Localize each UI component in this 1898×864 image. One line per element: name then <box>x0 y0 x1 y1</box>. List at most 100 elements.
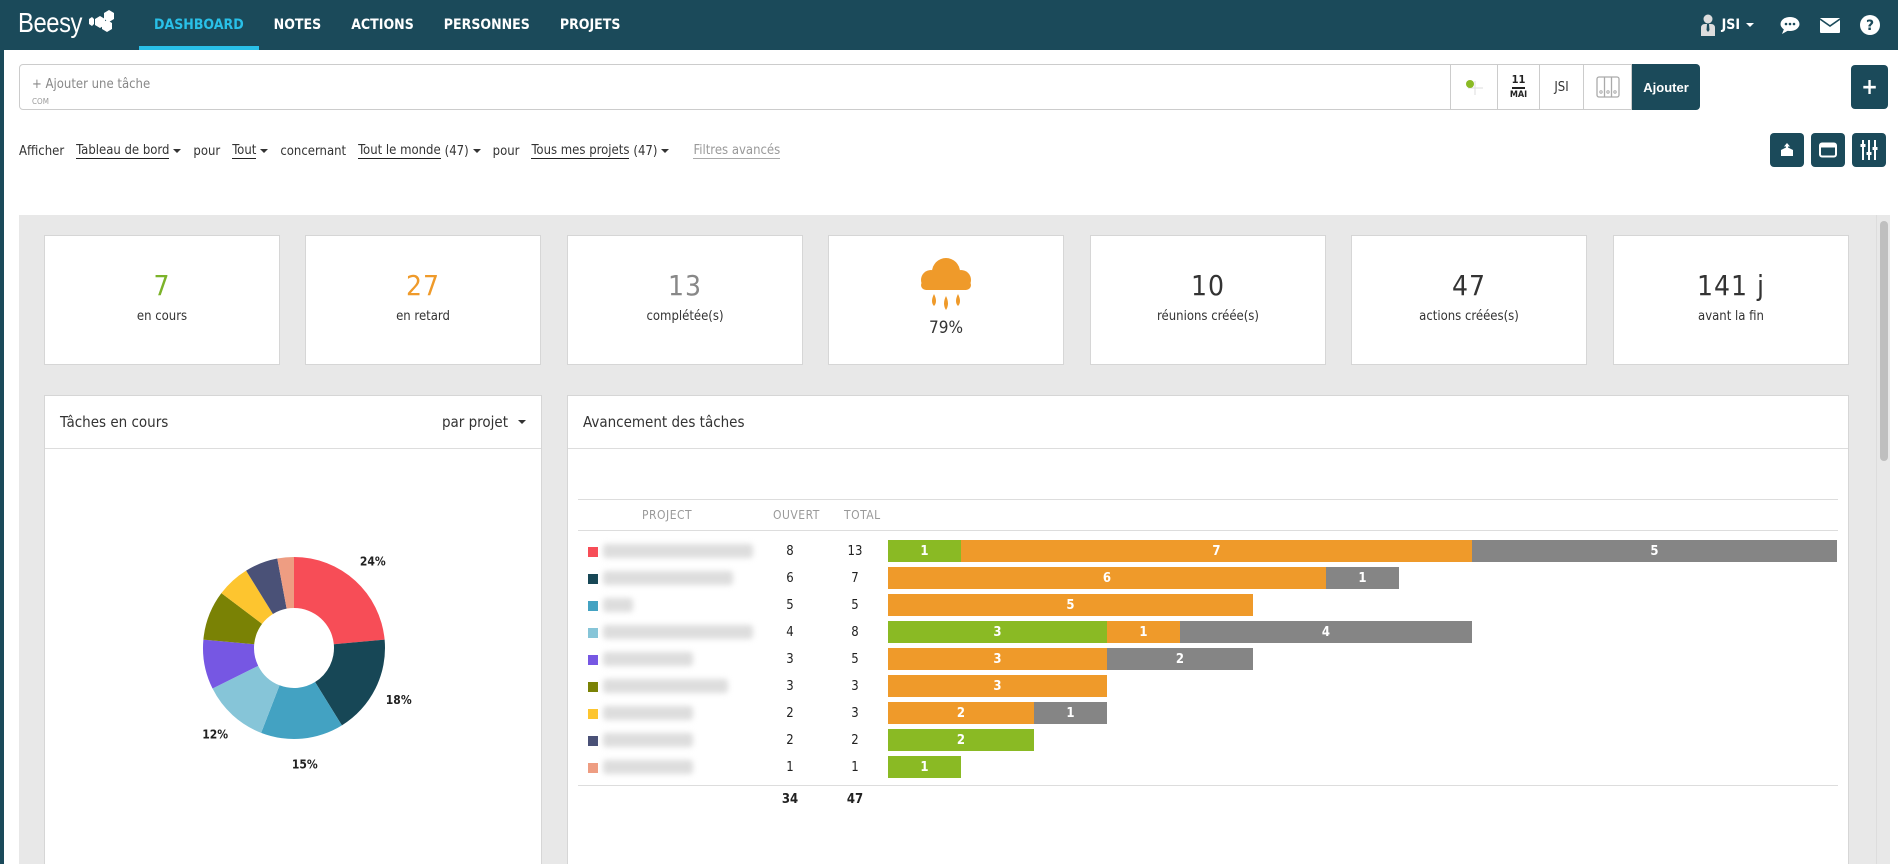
filter-bar: Afficher Tableau de bord pour Tout conce… <box>19 143 781 159</box>
nav-dashboard[interactable]: DASHBOARD <box>139 0 259 50</box>
bar-segment[interactable]: 7 <box>961 540 1472 562</box>
kpi-value: 47 <box>1451 269 1487 302</box>
add-task-button[interactable]: Ajouter <box>1632 64 1700 110</box>
top-navbar: Beesy DASHBOARD NOTES ACTIONS PERSONNES … <box>0 0 1898 50</box>
bar-segment[interactable]: 2 <box>1107 648 1253 670</box>
panel-header: Tâches en cours par projet <box>45 396 541 449</box>
open-count: 3 <box>786 679 794 694</box>
kpi-value: 7 <box>153 269 171 302</box>
bar-segment[interactable]: 5 <box>1472 540 1837 562</box>
task-tools: 11 MAI JSI Ajouter <box>1450 64 1700 110</box>
new-item-button[interactable]: + <box>1851 65 1888 109</box>
due-date-button[interactable]: 11 MAI <box>1498 64 1540 110</box>
chevron-down-icon <box>173 149 182 153</box>
bar-segment[interactable]: 2 <box>888 702 1034 724</box>
total-count: 5 <box>851 652 859 667</box>
nav-personnes[interactable]: PERSONNES <box>429 0 545 50</box>
bar-segment[interactable]: 1 <box>1326 567 1399 589</box>
kanban-button[interactable] <box>1584 64 1632 110</box>
priority-button[interactable] <box>1450 64 1498 110</box>
view-buttons <box>1770 133 1893 167</box>
project-name-redacted <box>603 571 733 585</box>
sliders-icon <box>1860 140 1878 160</box>
table-row[interactable]: 3 3 3 <box>568 674 1848 698</box>
due-day: 11 <box>1511 73 1526 89</box>
layout-button[interactable] <box>1811 133 1845 167</box>
project-name-redacted <box>603 760 693 774</box>
kpi-days-left[interactable]: 141 j avant la fin <box>1613 235 1849 365</box>
kpi-late[interactable]: 27 en retard <box>305 235 541 365</box>
people-dropdown[interactable]: Tout le monde (47) <box>358 143 481 159</box>
pie-slice[interactable] <box>294 557 385 645</box>
table-row[interactable]: 2 2 2 <box>568 728 1848 752</box>
chevron-down-icon <box>661 149 670 153</box>
projects-dropdown[interactable]: Tous mes projets (47) <box>531 143 670 159</box>
advanced-filters-link[interactable]: Filtres avancés <box>693 143 781 159</box>
assignee-button[interactable]: JSI <box>1540 64 1584 110</box>
task-progress-panel: Avancement des tâches PROJECT OUVERT TOT… <box>567 395 1849 864</box>
pie-label: 15% <box>292 758 318 772</box>
settings-sliders-button[interactable] <box>1852 133 1886 167</box>
main-nav: DASHBOARD NOTES ACTIONS PERSONNES PROJET… <box>139 0 635 50</box>
bar-segment[interactable]: 1 <box>1107 621 1180 643</box>
panel-title: Avancement des tâches <box>583 413 745 431</box>
table-row[interactable]: 48314 <box>568 620 1848 644</box>
table-row[interactable]: 1 1 1 <box>568 755 1848 779</box>
nav-projets[interactable]: PROJETS <box>545 0 636 50</box>
kpi-label: en retard <box>396 309 450 324</box>
view-dropdown[interactable]: Tableau de bord <box>76 143 182 159</box>
export-button[interactable] <box>1770 133 1804 167</box>
project-color-swatch <box>588 736 598 746</box>
user-menu[interactable]: JSI <box>1700 14 1754 36</box>
bar-segment[interactable]: 1 <box>1034 702 1107 724</box>
nav-notes[interactable]: NOTES <box>259 0 337 50</box>
table-row[interactable]: 3532 <box>568 647 1848 671</box>
table-row[interactable]: 5 5 5 <box>568 593 1848 617</box>
bar-segment[interactable]: 1 <box>888 540 961 562</box>
logo[interactable]: Beesy <box>18 7 117 39</box>
bar-segment[interactable]: 3 <box>888 648 1107 670</box>
project-name-redacted <box>603 544 753 558</box>
column-header-open[interactable]: OUVERT <box>773 508 820 522</box>
column-header-total[interactable]: TOTAL <box>844 508 881 522</box>
user-avatar-icon <box>1700 14 1715 36</box>
sum-open: 34 <box>781 792 799 807</box>
group-by-dropdown[interactable]: par projet <box>442 413 526 431</box>
kpi-label: complétée(s) <box>646 309 724 324</box>
bar-segment[interactable]: 5 <box>888 594 1253 616</box>
nav-actions[interactable]: ACTIONS <box>336 0 429 50</box>
logo-text: Beesy <box>18 7 83 38</box>
bar-segment[interactable]: 2 <box>888 729 1034 751</box>
scrollbar[interactable] <box>1876 215 1890 864</box>
bar-segment[interactable]: 1 <box>888 756 961 778</box>
task-project-code: COM <box>32 97 49 106</box>
bar-segment[interactable]: 3 <box>888 675 1107 697</box>
kpi-in-progress[interactable]: 7 en cours <box>44 235 280 365</box>
tasks-in-progress-panel: Tâches en cours par projet 24% 18% 15% 12% <box>44 395 542 864</box>
table-row[interactable]: 8 13 1 7 5 <box>568 539 1848 563</box>
table-row[interactable]: 6761 <box>568 566 1848 590</box>
kpi-weather[interactable]: 79% <box>828 235 1064 365</box>
column-header-project[interactable]: PROJECT <box>642 508 692 522</box>
view-value: Tableau de bord <box>76 143 170 159</box>
table-row[interactable]: 2321 <box>568 701 1848 725</box>
add-task-field[interactable]: COM <box>19 64 1451 110</box>
help-icon[interactable]: ? <box>1858 13 1882 37</box>
open-count: 5 <box>786 598 794 613</box>
scope-dropdown[interactable]: Tout <box>232 143 269 159</box>
bar-segment[interactable]: 6 <box>888 567 1326 589</box>
kpi-actions[interactable]: 47 actions créées(s) <box>1351 235 1587 365</box>
scrollbar-thumb[interactable] <box>1880 221 1888 461</box>
add-task-input[interactable] <box>32 77 1232 92</box>
filter-label-concerning: concernant <box>280 143 347 159</box>
kpi-completed[interactable]: 13 complétée(s) <box>567 235 803 365</box>
kpi-meetings[interactable]: 10 réunions créée(s) <box>1090 235 1326 365</box>
bar-segment[interactable]: 3 <box>888 621 1107 643</box>
mail-icon[interactable] <box>1818 13 1842 37</box>
chat-icon[interactable] <box>1778 13 1802 37</box>
total-count: 3 <box>851 679 859 694</box>
bar-segment[interactable]: 4 <box>1180 621 1472 643</box>
project-name-redacted <box>603 652 693 666</box>
export-icon <box>1781 143 1793 156</box>
kpi-value: 13 <box>667 269 703 302</box>
